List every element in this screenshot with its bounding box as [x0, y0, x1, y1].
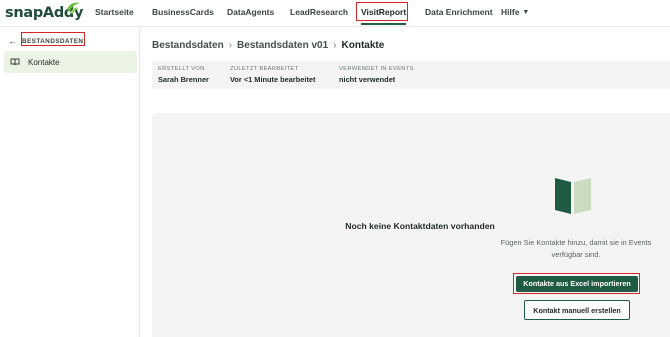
open-book-icon	[555, 178, 591, 214]
chevron-right-icon: ›	[333, 40, 337, 51]
empty-state-title: Noch keine Kontaktdaten vorhanden	[345, 221, 495, 231]
breadcrumb-kontakte: Kontakte	[341, 40, 385, 51]
sidebar-item-label: Kontakte	[28, 57, 60, 67]
nav-item-businesscards[interactable]: BusinessCards	[152, 7, 214, 17]
meta-last-edited-value: Vor <1 Minute bearbeitet	[230, 75, 316, 84]
nav-item-startseite[interactable]: Startseite	[95, 7, 134, 17]
meta-used-in-events-label: VERWENDET IN EVENTS	[339, 66, 414, 72]
nav-item-visitreport[interactable]: VisitReport	[361, 7, 407, 25]
create-contact-manually-button[interactable]: Kontakt manuell erstellen	[524, 300, 630, 320]
back-label: BESTANDSDATEN	[22, 37, 84, 45]
breadcrumb-bestandsdaten[interactable]: Bestandsdaten	[152, 40, 224, 51]
nav-item-dataagents[interactable]: DataAgents	[227, 7, 274, 17]
nav-item-leadresearch[interactable]: LeadResearch	[290, 7, 348, 17]
back-to-bestandsdaten[interactable]: ← BESTANDSDATEN	[8, 34, 83, 48]
meta-used-in-events-value: nicht verwendet	[339, 75, 396, 84]
meta-created-by-value: Sarah Brenner	[158, 75, 209, 84]
chevron-down-icon: ▼	[522, 9, 530, 16]
meta-last-edited: ZULETZT BEARBEITET Vor <1 Minute bearbei…	[230, 66, 316, 84]
arrow-left-icon: ←	[8, 36, 17, 46]
meta-created-by: ERSTELLT VON Sarah Brenner	[158, 66, 209, 84]
nav-item-hilfe-label: Hilfe	[501, 7, 520, 17]
nav-item-data-enrichment[interactable]: Data Enrichment	[425, 7, 493, 17]
nav-item-hilfe[interactable]: Hilfe ▼	[501, 7, 529, 17]
empty-state-description: Fügen Sie Kontakte hinzu, damit sie in E…	[500, 238, 652, 259]
book-icon	[10, 58, 20, 66]
breadcrumb: Bestandsdaten › Bestandsdaten v01 › Kont…	[152, 40, 384, 51]
metadata-bar: ERSTELLT VON Sarah Brenner ZULETZT BEARB…	[152, 61, 670, 89]
breadcrumb-bestandsdaten-v01[interactable]: Bestandsdaten v01	[237, 40, 328, 51]
top-navigation: snapAddy Startseite BusinessCards DataAg…	[0, 0, 670, 27]
meta-last-edited-label: ZULETZT BEARBEITET	[230, 66, 299, 72]
meta-used-in-events: VERWENDET IN EVENTS nicht verwendet	[339, 66, 414, 84]
logo[interactable]: snapAddy	[5, 2, 83, 24]
import-excel-button[interactable]: Kontakte aus Excel importieren	[516, 276, 638, 292]
logo-mark-icon	[67, 2, 80, 14]
sidebar: ← BESTANDSDATEN Kontakte	[0, 28, 140, 337]
meta-created-by-label: ERSTELLT VON	[158, 66, 205, 72]
chevron-right-icon: ›	[228, 40, 233, 51]
sidebar-item-kontakte[interactable]: Kontakte	[4, 51, 137, 73]
